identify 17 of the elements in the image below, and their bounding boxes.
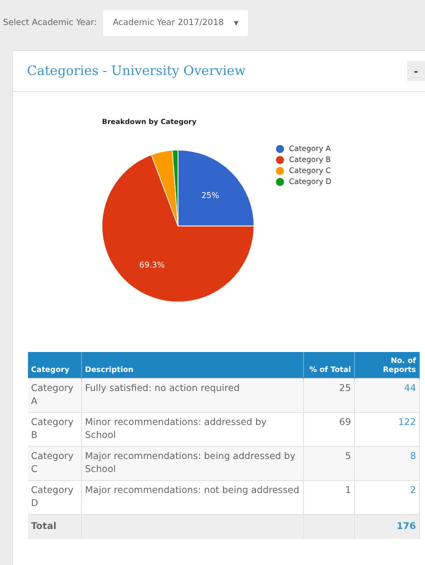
- report-count-link[interactable]: 8: [410, 451, 416, 462]
- panel-title: Categories - University Overview: [27, 64, 246, 78]
- collapse-button[interactable]: -: [407, 61, 425, 81]
- table-cell: Total: [28, 514, 82, 540]
- report-count-link[interactable]: 122: [398, 417, 416, 428]
- table-cell: 25: [304, 378, 354, 413]
- report-count-link[interactable]: 44: [404, 383, 416, 394]
- table-cell: 5: [304, 446, 354, 481]
- report-count-link[interactable]: 2: [410, 485, 416, 496]
- report-count-link[interactable]: 176: [396, 521, 416, 532]
- year-label: Select Academic Year:: [3, 18, 97, 28]
- slice-label: 69.3%: [139, 260, 165, 270]
- table-cell: Fully satisfied: no action required: [82, 378, 304, 413]
- table-cell: Major recommendations: being addressed by School: [82, 446, 304, 481]
- table-cell: Category A: [28, 378, 82, 413]
- slice-label: 25%: [201, 190, 220, 200]
- table-cell: Category C: [28, 446, 82, 481]
